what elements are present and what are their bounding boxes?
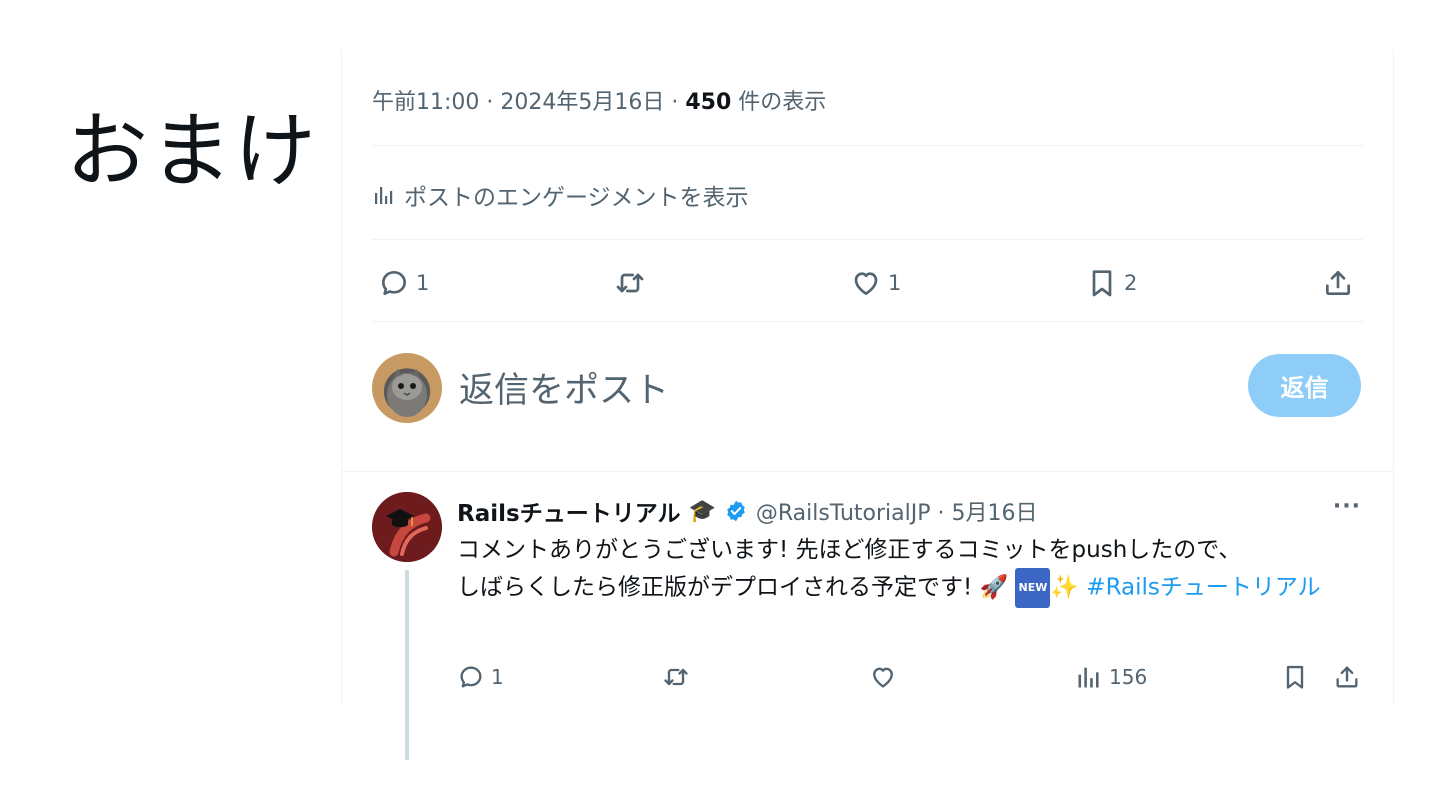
share-button[interactable] <box>1322 258 1354 308</box>
bookmark-button[interactable] <box>1281 655 1309 699</box>
heart-icon <box>873 667 893 688</box>
repost-icon <box>616 273 644 293</box>
author-handle-date[interactable]: @RailsTutorialJP · 5月16日 <box>756 495 1038 527</box>
reply-submit-button[interactable]: 返信 <box>1248 354 1361 417</box>
view-count: 450 <box>685 90 732 115</box>
heart-icon <box>854 272 878 295</box>
like-count: 1 <box>888 271 902 295</box>
repost-button[interactable] <box>614 258 652 308</box>
reply-count: 1 <box>416 271 430 295</box>
reply-text-line-2: しばらくしたら修正版がデプロイされる予定です! 🚀 NEW ✨ #Railsチュー… <box>457 568 1367 608</box>
views-count: 156 <box>1109 665 1148 689</box>
post-meta: 午前11:00 · 2024年5月16日 · 450 件の表示 <box>372 84 826 116</box>
sparkles-emoji: ✨ <box>1050 574 1079 601</box>
avatar[interactable] <box>372 353 442 423</box>
share-button[interactable] <box>1333 655 1361 699</box>
like-button[interactable] <box>869 655 903 699</box>
reply-text-line: コメントありがとうございます! 先ほど修正するコミットをpushしたので、 <box>457 537 1242 563</box>
thread-line <box>405 570 409 760</box>
reply-icon <box>382 271 406 295</box>
reply-input[interactable]: 返信をポスト <box>459 362 669 413</box>
new-emoji: NEW <box>1015 568 1051 608</box>
engagement-label: ポストのエンゲージメントを表示 <box>404 185 749 211</box>
view-count-label: 件の表示 <box>731 90 827 115</box>
verified-badge-icon <box>727 500 745 522</box>
post-detail-panel: 午前11:00 · 2024年5月16日 · 450 件の表示 ポストのエンゲー… <box>341 50 1394 760</box>
reply-header: Railsチュートリアル 🎓 @RailsTutorialJP · 5月16日 <box>457 494 1037 528</box>
divider <box>372 321 1363 322</box>
avatar[interactable] <box>372 492 442 562</box>
reply-composer: 返信をポスト 返信 <box>372 350 1363 430</box>
reply-action-bar: 1 156 <box>457 655 1363 699</box>
reply-text: コメントありがとうございます! 先ほど修正するコミットをpushしたので、 しば… <box>457 532 1367 608</box>
analytics-icon <box>1078 667 1099 688</box>
reply-button[interactable]: 1 <box>457 655 504 699</box>
post-timestamp[interactable]: 午前11:00 · 2024年5月16日 · <box>372 90 685 115</box>
rails-tutorial-logo <box>372 492 442 562</box>
cat-photo <box>387 369 427 417</box>
post-action-bar: 1 1 2 <box>372 258 1363 308</box>
graduation-cap-emoji: 🎓 <box>688 498 716 524</box>
share-icon <box>1336 666 1358 688</box>
share-icon <box>1326 271 1350 295</box>
divider <box>372 239 1363 240</box>
hashtag-link[interactable]: #Railsチュートリアル <box>1079 575 1320 601</box>
repost-icon <box>664 668 688 686</box>
reply-count: 1 <box>491 665 504 689</box>
reply-icon <box>460 666 482 688</box>
more-options-icon[interactable]: ··· <box>1333 494 1361 519</box>
bookmark-icon <box>1286 665 1304 689</box>
view-engagement-link[interactable]: ポストのエンゲージメントを表示 <box>372 178 749 212</box>
bookmark-icon <box>1092 270 1112 297</box>
views-button[interactable]: 156 <box>1075 655 1147 699</box>
like-button[interactable]: 1 <box>850 258 901 308</box>
analytics-icon <box>375 187 393 204</box>
slide-title: おまけ <box>66 104 319 199</box>
divider <box>372 145 1363 146</box>
bookmark-count: 2 <box>1124 271 1138 295</box>
divider <box>342 471 1393 472</box>
repost-button[interactable] <box>662 655 696 699</box>
bookmark-button[interactable]: 2 <box>1086 258 1137 308</box>
author-name[interactable]: Railsチュートリアル <box>457 494 680 528</box>
reply-button[interactable]: 1 <box>378 258 429 308</box>
